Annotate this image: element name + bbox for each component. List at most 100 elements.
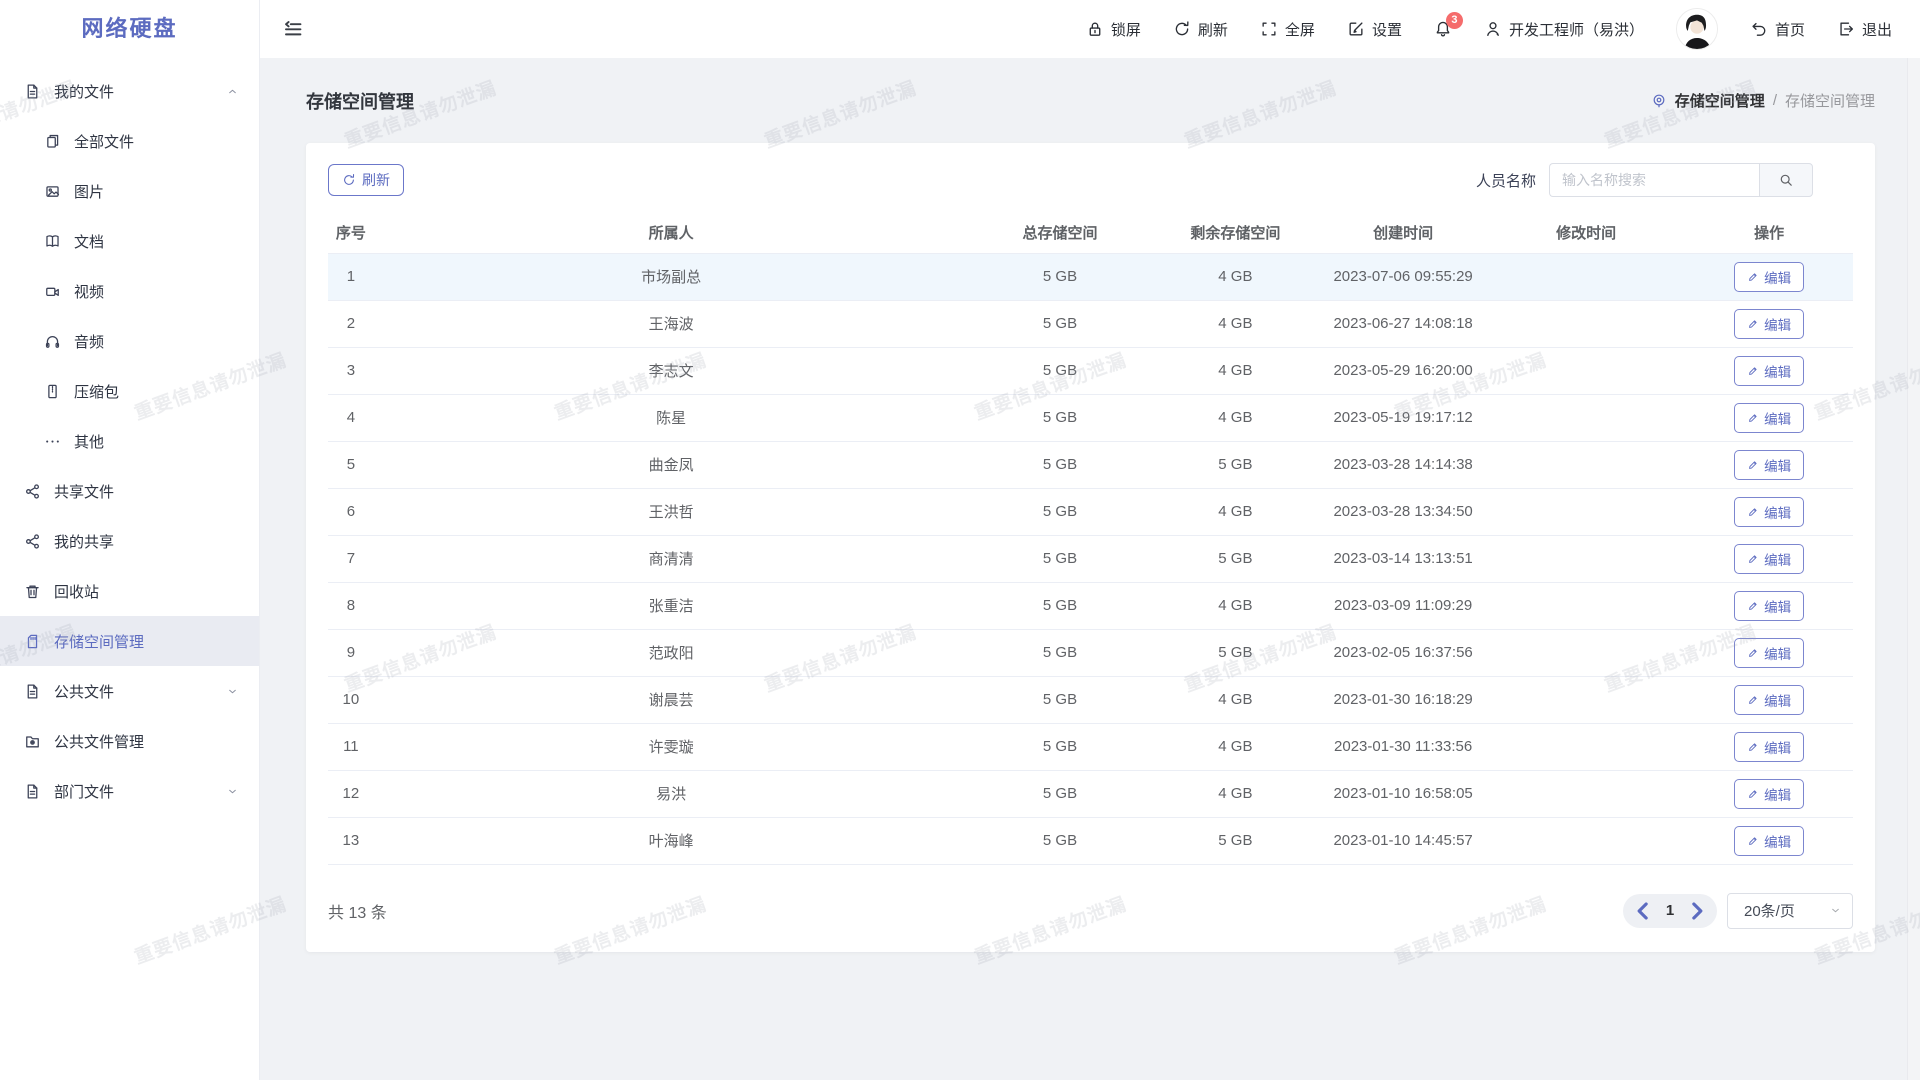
cell-modified <box>1487 347 1685 394</box>
cell-owner: 许雯璇 <box>374 723 969 770</box>
pencil-icon <box>1747 835 1759 847</box>
current-page[interactable]: 1 <box>1657 902 1683 919</box>
sidebar: 网络硬盘 我的文件全部文件图片文档视频音频压缩包其他共享文件我的共享回收站存储空… <box>0 0 260 1080</box>
sidebar-item-audio[interactable]: 音频 <box>0 316 259 366</box>
image-icon <box>44 183 61 200</box>
column-header: 序号 <box>328 213 374 253</box>
sidebar-item-documents[interactable]: 文档 <box>0 216 259 266</box>
table-row: 10谢晨芸5 GB4 GB2023-01-30 16:18:29编辑 <box>328 676 1853 723</box>
edit-button[interactable]: 编辑 <box>1734 591 1804 621</box>
sidebar-item-label: 共享文件 <box>54 481 239 502</box>
cell-free: 5 GB <box>1152 441 1320 488</box>
column-header: 剩余存储空间 <box>1152 213 1320 253</box>
edit-button[interactable]: 编辑 <box>1734 685 1804 715</box>
app-logo: 网络硬盘 <box>0 0 259 58</box>
sidebar-item-department-files[interactable]: 部门文件 <box>0 766 259 816</box>
table-header-row: 序号所属人总存储空间剩余存储空间创建时间修改时间操作 <box>328 213 1853 253</box>
sidebar-item-videos[interactable]: 视频 <box>0 266 259 316</box>
table-row: 11许雯璇5 GB4 GB2023-01-30 11:33:56编辑 <box>328 723 1853 770</box>
cell-actions: 编辑 <box>1685 300 1853 347</box>
table-row: 2王海波5 GB4 GB2023-06-27 14:08:18编辑 <box>328 300 1853 347</box>
cell-created: 2023-01-10 14:45:57 <box>1319 817 1487 864</box>
cell-created: 2023-03-14 13:13:51 <box>1319 535 1487 582</box>
sidebar-item-public-files[interactable]: 公共文件 <box>0 666 259 716</box>
sidebar-item-public-files-management[interactable]: 公共文件管理 <box>0 716 259 766</box>
search-input[interactable] <box>1549 163 1759 197</box>
next-page-button[interactable] <box>1683 897 1711 925</box>
edit-button[interactable]: 编辑 <box>1734 544 1804 574</box>
edit-button[interactable]: 编辑 <box>1734 497 1804 527</box>
sidebar-item-archives[interactable]: 压缩包 <box>0 366 259 416</box>
pencil-icon <box>1747 318 1759 330</box>
page-size-select[interactable]: 20条/页 <box>1727 893 1853 929</box>
sidebar-item-images[interactable]: 图片 <box>0 166 259 216</box>
edit-button-label: 编辑 <box>1764 784 1791 804</box>
column-header: 总存储空间 <box>969 213 1152 253</box>
sidebar-item-my-shares[interactable]: 我的共享 <box>0 516 259 566</box>
edit-square-icon <box>1347 20 1365 38</box>
cell-free: 5 GB <box>1152 817 1320 864</box>
breadcrumb-root[interactable]: 存储空间管理 <box>1675 90 1765 111</box>
settings-button[interactable]: 设置 <box>1347 19 1402 40</box>
sidebar-item-my-files[interactable]: 我的文件 <box>0 66 259 116</box>
cell-created: 2023-03-28 14:14:38 <box>1319 441 1487 488</box>
sidebar-item-label: 图片 <box>74 181 239 202</box>
lock-screen-button[interactable]: 锁屏 <box>1086 19 1141 40</box>
edit-button[interactable]: 编辑 <box>1734 403 1804 433</box>
video-icon <box>44 283 61 300</box>
cell-no: 9 <box>328 629 374 676</box>
edit-button[interactable]: 编辑 <box>1734 826 1804 856</box>
location-pin-icon <box>1651 93 1667 109</box>
cell-owner: 范政阳 <box>374 629 969 676</box>
pencil-icon <box>1747 647 1759 659</box>
table-row: 8张重洁5 GB4 GB2023-03-09 11:09:29编辑 <box>328 582 1853 629</box>
refresh-button[interactable]: 刷新 <box>328 164 404 196</box>
edit-button[interactable]: 编辑 <box>1734 779 1804 809</box>
edit-button[interactable]: 编辑 <box>1734 262 1804 292</box>
cell-total: 5 GB <box>969 488 1152 535</box>
user-avatar[interactable] <box>1676 8 1718 50</box>
cell-modified <box>1487 535 1685 582</box>
scrollbar[interactable] <box>1907 58 1920 1080</box>
cell-actions: 编辑 <box>1685 817 1853 864</box>
fullscreen-button[interactable]: 全屏 <box>1260 19 1315 40</box>
cell-created: 2023-05-29 16:20:00 <box>1319 347 1487 394</box>
cell-free: 4 GB <box>1152 582 1320 629</box>
user-menu[interactable]: 开发工程师（易洪） <box>1484 19 1644 40</box>
sidebar-item-storage-management[interactable]: 存储空间管理 <box>0 616 259 666</box>
notifications-button[interactable]: 3 <box>1434 20 1452 38</box>
refresh-icon <box>1173 20 1191 38</box>
edit-button[interactable]: 编辑 <box>1734 450 1804 480</box>
refresh-page-button[interactable]: 刷新 <box>1173 19 1228 40</box>
main-area: 锁屏刷新全屏设置3开发工程师（易洪）首页退出 存储空间管理 存储空间管理 / 存… <box>260 0 1920 1080</box>
home-button[interactable]: 首页 <box>1750 19 1805 40</box>
search-button[interactable] <box>1759 163 1813 197</box>
prev-page-button[interactable] <box>1629 897 1657 925</box>
sidebar-item-all-files[interactable]: 全部文件 <box>0 116 259 166</box>
edit-button-label: 编辑 <box>1764 831 1791 851</box>
sidebar-item-shared-files[interactable]: 共享文件 <box>0 466 259 516</box>
sidebar-item-others[interactable]: 其他 <box>0 416 259 466</box>
sidebar-collapse-icon[interactable] <box>282 18 304 40</box>
cell-actions: 编辑 <box>1685 582 1853 629</box>
page-size-value: 20条/页 <box>1744 900 1795 921</box>
logout-button[interactable]: 退出 <box>1837 19 1892 40</box>
cell-modified <box>1487 253 1685 300</box>
refresh-page-button-label: 刷新 <box>1198 19 1228 40</box>
pencil-icon <box>1747 553 1759 565</box>
trash-icon <box>24 583 41 600</box>
edit-button[interactable]: 编辑 <box>1734 732 1804 762</box>
edit-button[interactable]: 编辑 <box>1734 356 1804 386</box>
sidebar-item-label: 回收站 <box>54 581 239 602</box>
cell-total: 5 GB <box>969 629 1152 676</box>
cell-owner: 陈星 <box>374 394 969 441</box>
edit-button[interactable]: 编辑 <box>1734 309 1804 339</box>
sidebar-item-recycle-bin[interactable]: 回收站 <box>0 566 259 616</box>
cell-owner: 张重洁 <box>374 582 969 629</box>
chevron-down-icon <box>1829 904 1842 917</box>
pencil-icon <box>1747 412 1759 424</box>
search-area: 人员名称 <box>1476 163 1813 197</box>
cell-actions: 编辑 <box>1685 253 1853 300</box>
edit-button[interactable]: 编辑 <box>1734 638 1804 668</box>
breadcrumb: 存储空间管理 / 存储空间管理 <box>1651 90 1875 111</box>
